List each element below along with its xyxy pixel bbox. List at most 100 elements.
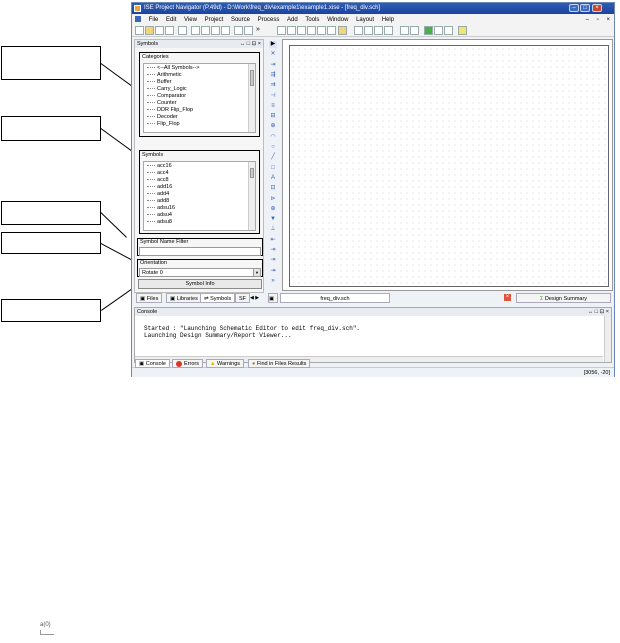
categories-item[interactable]: DDR Flip_Flop (147, 107, 255, 114)
schematic-tool-icon[interactable]: A (269, 175, 277, 182)
menu-source[interactable]: Source (231, 17, 250, 23)
schematic-tool-icon[interactable]: ◠ (269, 134, 277, 141)
open-folder-icon[interactable] (145, 26, 154, 35)
doc-restore-button[interactable]: ▫ (597, 17, 599, 23)
menu-window[interactable]: Window (327, 17, 348, 23)
paste-icon[interactable] (211, 26, 220, 35)
pane-controls[interactable]: ↔ □ ⊡ × (240, 40, 261, 48)
categories-item[interactable]: <--All Symbols--> (147, 65, 255, 72)
symbols-item[interactable]: add8 (147, 198, 255, 205)
tab-design-summary[interactable]: Σ Design Summary (516, 293, 611, 303)
symbols-item[interactable]: adsu16 (147, 205, 255, 212)
schematic-tool-icon[interactable]: ✕ (269, 51, 277, 58)
layout-icon-3[interactable] (374, 26, 383, 35)
schematic-tool-icon[interactable]: ▼ (269, 216, 277, 223)
menu-layout[interactable]: Layout (356, 17, 374, 23)
symbols-item[interactable]: add4 (147, 191, 255, 198)
tab-sf[interactable]: SF (235, 293, 251, 303)
symbols-list[interactable]: acc16 acc4 acc8 add16 add4 add8 adsu16 adsu4 ads… (143, 161, 256, 231)
tab-errors[interactable]: Errors (172, 359, 203, 368)
categories-item[interactable]: Arithmetic (147, 72, 255, 79)
schematic-tool-icon[interactable]: ╱ (269, 154, 277, 161)
schematic-tool-icon[interactable]: ⊳ (269, 196, 277, 203)
redo-icon[interactable] (244, 26, 253, 35)
categories-scroll-thumb[interactable] (250, 70, 254, 86)
tab-libraries[interactable]: ▣ Libraries (166, 293, 202, 303)
schematic-tool-icon[interactable]: » (269, 278, 277, 285)
wrench-icon[interactable] (400, 26, 409, 35)
schematic-tool-icon[interactable]: ⊡ (269, 185, 277, 192)
tab-scroll-arrows[interactable]: ◀ ▶ (250, 293, 259, 303)
menu-help[interactable]: Help (382, 17, 394, 23)
symbol-info-button[interactable]: Symbol Info (138, 279, 262, 289)
schematic-tool-icon[interactable]: ⊕ (269, 123, 277, 130)
categories-item[interactable]: Carry_Logic (147, 86, 255, 93)
categories-item[interactable]: Counter (147, 100, 255, 107)
categories-scrollbar[interactable] (248, 64, 255, 132)
console-scrollbar[interactable] (604, 316, 611, 362)
symbol-name-filter-input[interactable] (139, 247, 261, 256)
categories-item[interactable]: Flip_Flop (147, 121, 255, 128)
symbols-item[interactable]: acc8 (147, 177, 255, 184)
schematic-tool-icon[interactable]: ⊕ (269, 206, 277, 213)
undo-icon[interactable] (234, 26, 243, 35)
print-icon[interactable] (178, 26, 187, 35)
symbols-item[interactable]: acc4 (147, 170, 255, 177)
orientation-select[interactable]: Rotate 0 ▼ (139, 268, 261, 277)
symbols-scrollbar[interactable] (248, 162, 255, 230)
schematic-tool-icon[interactable]: ⇤ (269, 237, 277, 244)
schematic-tool-icon[interactable]: ⇥ (269, 62, 277, 69)
layout-icon-1[interactable] (354, 26, 363, 35)
toolbar-overflow-icon[interactable]: » (256, 26, 260, 33)
schematic-tool-icon[interactable]: ⇉ (269, 82, 277, 89)
delete-icon[interactable] (221, 26, 230, 35)
menu-tools[interactable]: Tools (305, 17, 319, 23)
doc-minimize-button[interactable]: – (586, 17, 589, 23)
categories-item[interactable]: Decoder (147, 114, 255, 121)
symbols-item[interactable]: acc16 (147, 163, 255, 170)
symbols-item[interactable]: adsu4 (147, 212, 255, 219)
implement-icon[interactable] (444, 26, 453, 35)
minimize-button[interactable]: – (569, 4, 579, 12)
schematic-tool-icon[interactable]: ⊣ (269, 93, 277, 100)
schematic-tool-icon[interactable]: ⇥ (269, 247, 277, 254)
tab-console[interactable]: ▣ Console (135, 359, 170, 368)
maximize-button[interactable]: □ (580, 4, 590, 12)
zoom-full-icon[interactable] (297, 26, 306, 35)
schematic-tool-icon[interactable]: ≡ (269, 103, 277, 110)
menu-add[interactable]: Add (287, 17, 298, 23)
tab-warnings[interactable]: ▲ Warnings (206, 359, 245, 368)
schematic-tool-icon[interactable]: ⊥ (269, 226, 277, 233)
new-file-icon[interactable] (135, 26, 144, 35)
tab-find-in-files[interactable]: ● Find in Files Results (248, 359, 311, 368)
zoom-out-icon[interactable] (287, 26, 296, 35)
zoom-in-icon[interactable] (277, 26, 286, 35)
categories-item[interactable]: Comparator (147, 93, 255, 100)
tab-files[interactable]: ▣ Files (136, 293, 163, 303)
select-mode-icon[interactable] (338, 26, 347, 35)
schematic-tool-icon[interactable]: ⇥ (269, 268, 277, 275)
menu-file[interactable]: File (149, 17, 159, 23)
schematic-tool-icon[interactable]: ▶ (269, 41, 277, 48)
copy-icon[interactable] (201, 26, 210, 35)
tab-freq-div-sch[interactable]: freq_div.sch (280, 293, 390, 303)
tab-close-icon[interactable]: × (504, 294, 511, 301)
symbols-scroll-thumb[interactable] (250, 168, 254, 178)
symbols-item[interactable]: adsu8 (147, 219, 255, 226)
save-icon[interactable] (155, 26, 164, 35)
doc-close-button[interactable]: × (606, 17, 610, 23)
tab-symbols[interactable]: ⇌ Symbols (200, 293, 236, 303)
schematic-tool-icon[interactable]: ⇶ (269, 72, 277, 79)
schematic-tool-icon[interactable]: ⇥ (269, 257, 277, 264)
run-icon[interactable] (424, 26, 433, 35)
menu-process[interactable]: Process (258, 17, 280, 23)
zoom-selected-icon[interactable] (317, 26, 326, 35)
schematic-canvas[interactable] (282, 39, 613, 291)
refresh-icon[interactable] (327, 26, 336, 35)
categories-list[interactable]: <--All Symbols--> Arithmetic Buffer Carry_L… (143, 63, 256, 133)
menu-project[interactable]: Project (205, 17, 224, 23)
save-all-icon[interactable] (165, 26, 174, 35)
layout-icon-4[interactable] (384, 26, 393, 35)
console-controls[interactable]: ↔ □ ⊡ × (588, 308, 609, 316)
lightbulb-icon[interactable] (458, 26, 467, 35)
